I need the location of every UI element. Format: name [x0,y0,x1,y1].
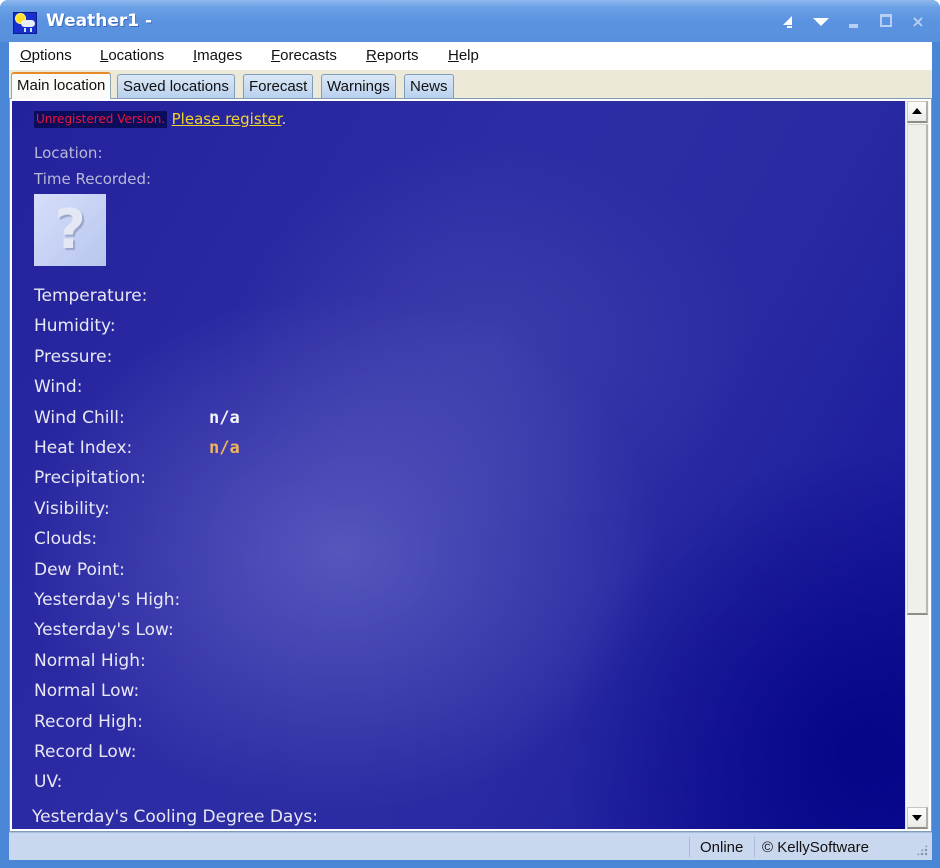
minimize-button[interactable] [842,12,864,32]
weather-pane: Unregistered Version. Please register. L… [12,101,905,829]
copyright-text: © KellySoftware [762,839,869,856]
yesterday-s-low-label: Yesterday's Low: [34,620,174,640]
wind-label: Wind: [34,377,83,397]
wind-chill-label: Wind Chill: [34,408,125,428]
menu-bar: Options Locations Images Forecasts Repor… [9,42,932,70]
record-high-label: Record High: [34,712,143,732]
close-button[interactable]: × [907,12,929,32]
scroll-up-button[interactable] [907,101,928,123]
normal-low-label: Normal Low: [34,681,140,701]
registration-notice: Unregistered Version. Please register. [34,110,286,129]
tab-forecast[interactable]: Forecast [243,74,314,98]
temperature-label: Temperature: [34,286,148,306]
pin-button[interactable] [778,12,800,32]
scrollbar-thumb[interactable] [907,124,928,615]
menu-images-label: mages [197,47,243,64]
unregistered-label: Unregistered Version. [34,111,168,128]
tab-warnings[interactable]: Warnings [321,74,396,98]
status-bar: Online © KellySoftware [9,832,932,860]
menu-images[interactable]: Images [193,47,242,64]
tab-saved-locations[interactable]: Saved locations [117,74,235,98]
main-location-panel: Unregistered Version. Please register. L… [9,98,932,832]
vertical-scrollbar[interactable] [905,101,929,829]
close-icon: × [911,12,925,31]
wind-chill-value: n/a [209,408,240,428]
resize-grip[interactable] [916,844,928,856]
unknown-condition-icon: ? [54,198,86,261]
cooling-degree-days-label: Yesterday's Cooling Degree Days: [32,807,318,827]
pressure-label: Pressure: [34,347,113,367]
menu-forecasts[interactable]: Forecasts [271,47,337,64]
minimize-icon [849,24,858,28]
menu-locations-label: ocations [108,47,165,64]
window-menu-button[interactable] [810,12,832,32]
condition-image: ? [34,194,106,266]
menu-options-label: ptions [31,47,72,64]
normal-high-label: Normal High: [34,651,146,671]
rain-icon [24,28,32,32]
menu-options-mnemonic: O [20,47,32,64]
location-label: Location: [34,144,103,162]
menu-forecasts-label: orecasts [280,47,337,64]
client-area: Options Locations Images Forecasts Repor… [9,42,932,860]
menu-help[interactable]: Help [448,47,479,64]
menu-help-mnemonic: H [448,47,459,64]
maximize-icon [880,14,892,27]
uv-label: UV: [34,772,63,792]
time-recorded-label: Time Recorded: [34,170,152,188]
connection-status: Online [700,839,744,856]
arrow-up-icon [912,108,922,114]
menu-locations[interactable]: Locations [100,47,164,64]
weather-app-icon[interactable] [13,12,37,34]
humidity-label: Humidity: [34,316,116,336]
scroll-down-button[interactable] [907,807,928,829]
visibility-label: Visibility: [34,499,110,519]
app-window: Weather1 - × Options Locations Images Fo… [0,0,940,868]
yesterday-s-high-label: Yesterday's High: [34,590,181,610]
register-link[interactable]: Please register [172,110,282,128]
menu-forecasts-mnemonic: F [271,47,281,64]
heat-index-value: n/a [209,438,240,458]
clouds-label: Clouds: [34,529,98,549]
tab-main-location[interactable]: Main location [11,72,112,99]
record-low-label: Record Low: [34,742,137,762]
maximize-button[interactable] [875,12,897,32]
heat-index-label: Heat Index: [34,438,133,458]
menu-reports-label: eports [376,47,419,64]
menu-reports-mnemonic: R [366,47,377,64]
tab-strip: Main location Saved locations Forecast W… [9,70,932,99]
title-bar[interactable]: Weather1 - × [0,0,940,42]
dropdown-icon [813,18,829,26]
cloud-icon [21,20,35,27]
window-title: Weather1 - [46,11,153,31]
precipitation-label: Precipitation: [34,468,146,488]
status-separator [689,837,690,857]
dew-point-label: Dew Point: [34,560,125,580]
menu-options[interactable]: Options [20,47,72,64]
menu-reports[interactable]: Reports [366,47,419,64]
status-separator [754,837,755,857]
menu-help-label: elp [458,47,479,64]
arrow-down-icon [912,815,922,821]
tab-news[interactable]: News [404,74,454,98]
register-punct: . [281,110,287,128]
